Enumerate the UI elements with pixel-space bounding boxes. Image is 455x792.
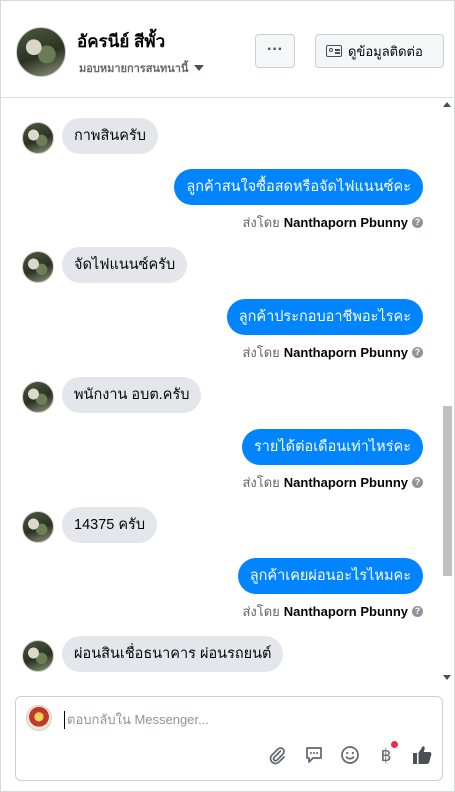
more-options-button[interactable]: ··· xyxy=(255,34,295,68)
view-contact-info-button[interactable]: ดูข้อมูลติดต่อ xyxy=(315,34,444,68)
sent-by-label: ส่งโดย Nanthaporn Pbunny ? xyxy=(242,472,423,493)
sent-by-prefix: ส่งโดย xyxy=(242,604,280,619)
help-icon[interactable]: ? xyxy=(412,347,423,358)
svg-text:฿: ฿ xyxy=(381,746,392,765)
conversation-header: อัครนีย์ สีพั้ว มอบหมายการสนทนานี้ ··· ด… xyxy=(1,1,454,98)
scroll-thumb[interactable] xyxy=(443,406,452,576)
outgoing-message[interactable]: ลูกค้าเคยผ่อนอะไรไหมคะ xyxy=(237,558,423,594)
conversation-window: อัครนีย์ สีพั้ว มอบหมายการสนทนานี้ ··· ด… xyxy=(0,0,455,792)
reply-composer: ตอบกลับใน Messenger... ฿ xyxy=(15,696,443,781)
sent-by-name: Nanthaporn Pbunny xyxy=(283,345,408,360)
incoming-message[interactable]: ผ่อนสินเชื่อธนาคาร ผ่อนรถยนต์ xyxy=(62,636,284,672)
reply-input[interactable]: ตอบกลับใน Messenger... xyxy=(64,711,427,729)
sender-avatar xyxy=(22,511,54,543)
like-icon[interactable] xyxy=(410,743,434,767)
incoming-message[interactable]: จัดไฟแนนซ์ครับ xyxy=(62,247,188,283)
sender-avatar xyxy=(22,381,54,413)
contact-name[interactable]: อัครนีย์ สีพั้ว xyxy=(77,28,165,55)
emoji-icon[interactable] xyxy=(340,745,360,765)
sent-by-name: Nanthaporn Pbunny xyxy=(283,604,408,619)
contact-avatar[interactable] xyxy=(16,27,66,77)
sent-by-prefix: ส่งโดย xyxy=(242,475,280,490)
sent-by-prefix: ส่งโดย xyxy=(242,345,280,360)
outgoing-message[interactable]: ลูกค้าสนใจซื้อสดหรือจัดไฟแนนซ์คะ xyxy=(174,169,423,205)
incoming-message[interactable]: พนักงาน อบต.ครับ xyxy=(62,377,202,413)
view-contact-info-label: ดูข้อมูลติดต่อ xyxy=(348,43,423,59)
incoming-message[interactable]: 14375 ครับ xyxy=(62,507,158,543)
sent-by-label: ส่งโดย Nanthaporn Pbunny ? xyxy=(242,212,423,233)
help-icon[interactable]: ? xyxy=(412,477,423,488)
sticker-icon[interactable] xyxy=(304,745,324,765)
caret-down-icon xyxy=(194,65,205,71)
assign-conversation-dropdown[interactable]: มอบหมายการสนทนานี้ xyxy=(79,59,205,77)
assign-conversation-label: มอบหมายการสนทนานี้ xyxy=(79,63,189,75)
outgoing-message[interactable]: ลูกค้าประกอบอาชีพอะไรคะ xyxy=(226,299,423,335)
sender-avatar xyxy=(22,640,54,672)
scroll-up-arrow[interactable] xyxy=(443,102,451,107)
message-thread[interactable]: กาพสินครับ ลูกค้าสนใจซื้อสดหรือจัดไฟแนนซ… xyxy=(1,98,454,686)
sender-avatar xyxy=(22,251,54,283)
contact-card-icon xyxy=(326,45,342,57)
payment-icon[interactable]: ฿ xyxy=(376,745,396,765)
scroll-down-arrow[interactable] xyxy=(443,675,451,680)
thread-scrollbar[interactable] xyxy=(441,100,452,684)
sent-by-label: ส่งโดย Nanthaporn Pbunny ? xyxy=(242,342,423,363)
outgoing-message[interactable]: รายได้ต่อเดือนเท่าไหร่คะ xyxy=(241,429,423,465)
help-icon[interactable]: ? xyxy=(412,217,423,228)
sent-by-label: ส่งโดย Nanthaporn Pbunny ? xyxy=(242,601,423,622)
attach-icon[interactable] xyxy=(267,745,287,765)
sent-by-name: Nanthaporn Pbunny xyxy=(283,475,408,490)
sent-by-name: Nanthaporn Pbunny xyxy=(283,215,408,230)
incoming-message[interactable]: กาพสินครับ xyxy=(62,118,158,154)
help-icon[interactable]: ? xyxy=(412,606,423,617)
notification-dot xyxy=(391,741,398,748)
page-avatar xyxy=(26,705,52,731)
sent-by-prefix: ส่งโดย xyxy=(242,215,280,230)
sender-avatar xyxy=(22,122,54,154)
